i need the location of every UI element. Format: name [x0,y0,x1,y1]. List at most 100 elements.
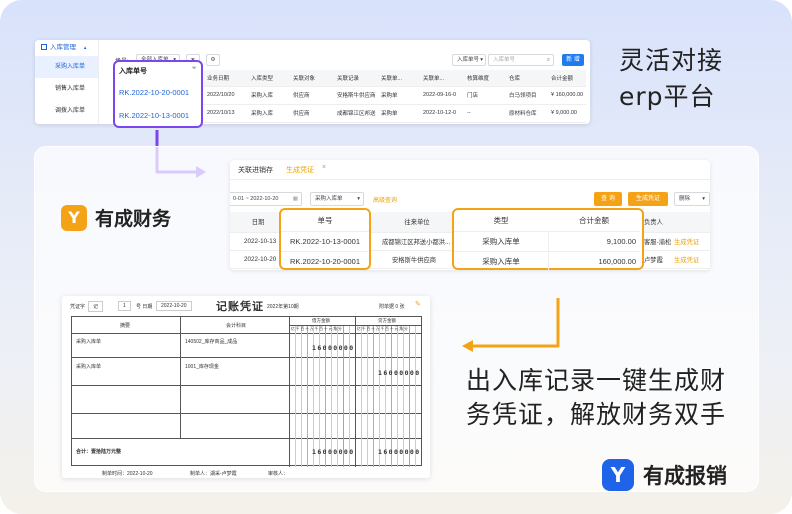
caption-voucher-line1: 出入库记录一键生成财 [466,366,727,395]
col-header: 往来单位 [378,212,456,233]
generate-voucher-link[interactable]: 生成凭证 [672,232,710,251]
table-cell: 门店 [464,86,506,105]
generate-voucher-link[interactable]: 生成凭证 [672,250,710,269]
sidebar-item-sales-inbound[interactable]: 销售入库单 [35,78,98,100]
col-account: 会计科目 [226,323,247,329]
col-header: 合计金额 [548,70,586,87]
voucher-attach: 附单据 0 张 [379,304,405,310]
col-header: 关联单... [378,70,420,87]
table-cell: ¥ 160,000.00 [548,86,586,105]
promo-canvas: 灵活对接 erp平台 入库管理 ▴ 采购入库单 销售入库单 调拨入库单 场景: … [0,0,792,514]
logo-y-icon: Y [61,204,87,231]
brand-reimburse-name: 有成报销 [643,464,727,488]
table-cell: 采购单 [378,86,420,105]
table-cell: 2022/10/20 [204,86,248,105]
digit-column-line [379,326,380,467]
search-placeholder: 入库单号 [493,57,516,63]
digit-units-credit: 亿千百十万千百十元角分 [357,327,409,331]
voucher-date[interactable]: 2022-10-20 [156,301,192,311]
table-cell: ¥ 9,000.00 [548,104,586,123]
table-cell: 2022-10-13 [230,232,286,251]
digit-column-line [307,326,308,467]
tab-linked-inventory[interactable]: 关联进销存 [238,165,273,175]
highlight-doc-no: 单号 RK.2022-10-13-0001 RK.2022-10-20-0001 [279,208,371,270]
digit-column-line [301,326,302,467]
line-account[interactable]: 140502_库存商品_成品 [185,338,237,345]
search-input[interactable]: 入库单号 ⌕ [488,54,554,66]
voucher-word[interactable]: 记 [88,301,104,312]
edit-icon[interactable]: ✎ [415,300,421,308]
digit-column-line [409,326,410,467]
query-button[interactable]: 查 询 [594,192,622,206]
line-summary[interactable]: 采购入库单 [76,363,101,370]
box-icon [41,44,47,51]
doc-no-cell: RK.2022-10-20-0001 [281,251,369,271]
close-icon[interactable]: × [322,164,326,171]
highlight-inbound-no: 入库单号 ⏷ RK.2022-10-20-0001 RK.2022-10-13-… [113,60,203,128]
chevron-up-icon: ▴ [83,45,87,51]
table-cell: 安格斯牛供应商 [334,86,378,105]
caption-erp-line2: erp平台 [619,82,716,111]
total-label: 合计：壹拾陆万元整 [76,449,122,455]
table-cell: 白马领项目 [506,86,548,105]
caption-voucher-line2: 务凭证，解放财务双手 [466,400,727,429]
table-cell: 成都锦江区邦送小都洪... [378,232,456,251]
logo-y-icon: Y [602,459,634,491]
col-header: 核算维度 [464,70,506,87]
type-value: 采购入库单 [315,196,343,202]
line-account[interactable]: 1001_库存现金 [185,363,219,370]
col-header: 仓库 [506,70,548,87]
col-debit: 借方金额 [312,318,330,323]
line-summary[interactable]: 采购入库单 [76,338,101,345]
brand-finance-name: 有成财务 [95,208,172,230]
date-range-input[interactable]: 0-01 ~ 2022-10-20 ▦ [230,192,302,206]
erp-sidebar: 入库管理 ▴ 采购入库单 销售入库单 调拨入库单 [35,40,99,124]
table-cell: 安格斯牛供应商 [378,250,456,269]
inbound-no-link[interactable]: RK.2022-10-20-0001 [119,88,189,97]
tab-generate-voucher[interactable]: 生成凭证 [286,165,314,175]
col-header: 关联对象 [290,70,334,87]
voucher-period: 2022年第10期 [267,304,299,310]
digit-column-line [295,326,296,467]
digit-column-line [397,326,398,467]
search-icon: ⌕ [546,57,550,63]
calendar-icon: ▦ [292,196,298,202]
generate-voucher-button[interactable]: 生成凭证 [628,192,668,206]
inbound-no-link[interactable]: RK.2022-10-13-0001 [119,111,189,120]
settings-button[interactable]: ⚙ [206,54,220,66]
digit-column-line [415,326,416,467]
orange-arrow-icon [462,298,560,352]
table-cell: 2022-10-12-0 [420,104,464,123]
amount-cell: 9,100.00 [548,231,640,251]
digit-column-line [391,326,392,467]
sidebar-item-purchase-inbound[interactable]: 采购入库单 [35,56,98,78]
highlight-header: 入库单号 [119,68,147,75]
highlight-header: 合计金额 [579,216,609,225]
digit-column-line [361,326,362,467]
menu-title: 入库管理 [50,44,76,51]
amount-cell: 160,000.00 [548,251,640,271]
brand-finance: Y 有成财务 [61,204,171,231]
new-button[interactable]: 新 增 [562,54,584,66]
sidebar-item-transfer-inbound[interactable]: 调拨入库单 [35,100,98,122]
voucher-grid: 摘要 会计科目 借方金额 贷方金额 亿千百十万千百十元角分 亿千百十万千百十元角… [71,316,422,467]
highlight-type-amount: 类型 合计金额 采购入库单 9,100.00 采购入库单 160,000.00 [452,208,644,271]
type-cell: 采购入库单 [454,231,548,251]
voucher-maker: 制单人：湖采-卢梦霞 [190,471,237,477]
table-cell: 卢梦霞 [642,250,672,269]
voucher-window: 凭证字 记 1 号 日期 2022-10-20 记账凭证 2022年第10期 附… [62,296,430,478]
menu-inbound[interactable]: 入库管理 ▴ [35,40,98,56]
col-header: 入库类型 [248,70,290,87]
type-cell: 采购入库单 [454,251,548,271]
delete-label: 删除 [679,196,691,202]
digit-column-line [373,326,374,467]
type-select[interactable]: 采购入库单 ▾ [310,192,364,206]
digit-column-line [385,326,386,467]
col-summary: 摘要 [120,323,131,329]
table-cell: 2022/10/13 [204,104,248,123]
search-field-select[interactable]: 入库单号 ▾ [452,54,486,66]
delete-button[interactable]: 删除 ▾ [674,192,710,206]
advanced-search-link[interactable]: 高级查询 [373,195,397,204]
voucher-no[interactable]: 1 [118,301,131,311]
table-cell: 成都锦江区邦送 [334,104,378,123]
